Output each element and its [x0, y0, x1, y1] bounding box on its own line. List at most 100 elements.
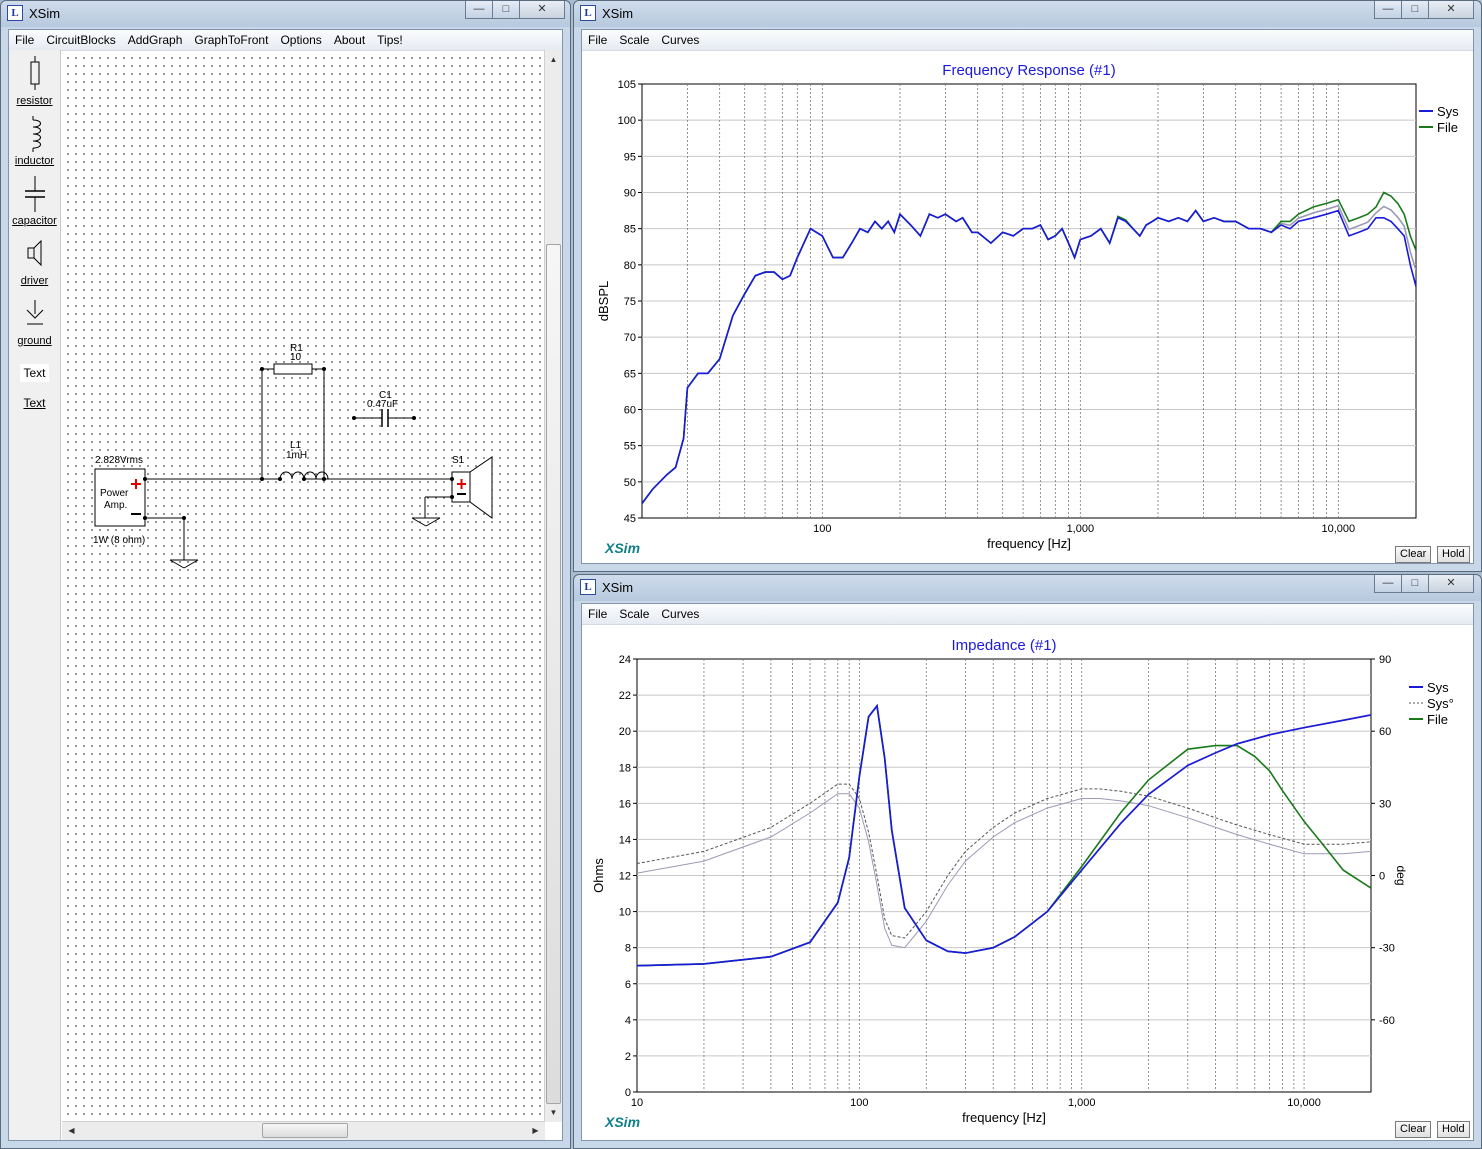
legend-label: File [1427, 712, 1448, 727]
x-tick-label: 1,000 [1067, 523, 1095, 535]
menu-tips[interactable]: Tips! [371, 30, 409, 47]
legend-label: Sys° [1427, 696, 1454, 711]
schematic-titlebar[interactable]: L XSim — □ ✕ [1, 1, 570, 27]
frequency-response-window: L XSim — □ ✕ File Scale Curves 45 50 55 60 65 7… [573, 0, 1482, 572]
minimize-button[interactable]: — [1374, 1, 1402, 19]
tool-text-link[interactable]: Text [9, 396, 60, 410]
vertical-scrollbar[interactable]: ▲ ▼ [544, 50, 562, 1122]
s1-driver-cone [469, 456, 493, 519]
freq-menubar: File Scale Curves [582, 30, 1473, 51]
menu-curves[interactable]: Curves [655, 604, 705, 621]
menu-file[interactable]: File [9, 30, 40, 47]
tool-driver[interactable]: driver [9, 236, 60, 287]
schematic-client: File CircuitBlocks AddGraph GraphToFront Opt… [8, 29, 563, 1141]
y-axis-label: Ohms [591, 858, 606, 893]
freq-client: File Scale Curves 45 50 55 60 65 70 75 80 85 90 95 10… [581, 29, 1474, 564]
x-axis-label: frequency [Hz] [962, 1110, 1046, 1125]
menu-curves[interactable]: Curves [655, 30, 705, 47]
schematic-canvas[interactable]: R1 10 C1 0.47uF L1 1mH 2.828Vrms Power A… [62, 52, 544, 1120]
text-icon: Text [20, 364, 49, 382]
hold-button[interactable]: Hold [1437, 1121, 1470, 1138]
horizontal-scrollbar[interactable]: ◀ ▶ [62, 1121, 545, 1140]
y-tick-label: 2 [625, 1051, 631, 1063]
scroll-up-arrow[interactable]: ▲ [546, 52, 561, 67]
tool-resistor[interactable]: resistor [9, 56, 60, 107]
clear-button[interactable]: Clear [1395, 546, 1432, 563]
y-tick-label: 65 [624, 368, 636, 380]
tool-ground-label: ground [17, 335, 52, 347]
schematic-menubar: File CircuitBlocks AddGraph GraphToFront Opt… [9, 30, 562, 51]
tool-capacitor-label: capacitor [12, 215, 57, 227]
impedance-window: L XSim — □ ✕ File Scale Curves 0 2 4 6 8 10 12 14… [573, 574, 1482, 1149]
menu-scale[interactable]: Scale [613, 30, 655, 47]
scroll-down-arrow[interactable]: ▼ [546, 1105, 561, 1120]
circuit-diagram: R1 10 C1 0.47uF L1 1mH 2.828Vrms Power A… [93, 343, 493, 569]
y2-tick-label: -30 [1379, 943, 1395, 955]
close-button[interactable]: ✕ [1428, 575, 1474, 593]
menu-addgraph[interactable]: AddGraph [122, 30, 189, 47]
menu-file[interactable]: File [582, 604, 613, 621]
freq-titlebar[interactable]: L XSim — □ ✕ [574, 1, 1481, 27]
scroll-left-arrow[interactable]: ◀ [64, 1123, 79, 1138]
y-tick-label: 12 [619, 871, 631, 883]
r1-value: 10 [290, 352, 302, 363]
x-tick-label: 10,000 [1322, 523, 1356, 535]
y-tick-label: 22 [619, 690, 631, 702]
xsim-logo: XSim [605, 540, 641, 556]
x-tick-label: 10,000 [1287, 1097, 1321, 1109]
chart-title: Impedance (#1) [951, 637, 1056, 654]
legend-label: File [1437, 120, 1458, 135]
xsim-app-icon: L [580, 579, 596, 595]
maximize-button[interactable]: □ [492, 1, 520, 19]
clear-button[interactable]: Clear [1395, 1121, 1432, 1138]
component-toolbox: resistor inductor capacitor driver groun… [9, 50, 61, 1140]
close-button[interactable]: ✕ [1428, 1, 1474, 19]
y-tick-label: 95 [624, 151, 636, 163]
hold-button[interactable]: Hold [1437, 546, 1470, 563]
menu-graphtofront[interactable]: GraphToFront [188, 30, 274, 47]
tool-text-box[interactable]: Text [9, 364, 60, 382]
y2-tick-label: 0 [1379, 871, 1385, 883]
tool-capacitor[interactable]: capacitor [9, 176, 60, 227]
y-tick-label: 75 [624, 296, 636, 308]
close-button[interactable]: ✕ [519, 1, 565, 19]
x-tick-label: 1,000 [1068, 1097, 1096, 1109]
ground-icon [26, 300, 43, 325]
r1-resistor [273, 363, 313, 375]
tool-ground[interactable]: ground [9, 296, 60, 347]
amp-label-amp: Amp. [104, 500, 127, 511]
scroll-right-arrow[interactable]: ▶ [528, 1123, 543, 1138]
tool-driver-label: driver [20, 275, 49, 287]
x-tick-label: 100 [813, 523, 831, 535]
tool-inductor[interactable]: inductor [9, 116, 60, 167]
y-tick-label: 10 [619, 907, 631, 919]
minimize-button[interactable]: — [465, 1, 493, 19]
menu-circuitblocks[interactable]: CircuitBlocks [40, 30, 121, 47]
menu-about[interactable]: About [328, 30, 371, 47]
x-axis-label: frequency [Hz] [987, 536, 1071, 551]
menu-scale[interactable]: Scale [613, 604, 655, 621]
vertical-scroll-thumb[interactable] [546, 244, 561, 1104]
resistor-icon [30, 56, 39, 90]
tool-inductor-label: inductor [14, 155, 55, 167]
minimize-button[interactable]: — [1374, 575, 1402, 593]
horizontal-scroll-thumb[interactable] [262, 1123, 348, 1138]
maximize-button[interactable]: □ [1401, 1, 1429, 19]
driver-icon [27, 239, 41, 267]
inductor-icon [32, 116, 41, 152]
imp-titlebar[interactable]: L XSim — □ ✕ [574, 575, 1481, 601]
menu-file[interactable]: File [582, 30, 613, 47]
y2-axis-label: deg [1394, 865, 1408, 885]
y-tick-label: 105 [618, 79, 636, 91]
legend-label: Sys [1427, 680, 1449, 695]
menu-options[interactable]: Options [274, 30, 327, 47]
maximize-button[interactable]: □ [1401, 575, 1429, 593]
imp-client: File Scale Curves 0 2 4 6 8 10 12 14 16 18 20 22 24 10 1… [581, 603, 1474, 1141]
y2-tick-label: 30 [1379, 798, 1391, 810]
y-tick-label: 70 [624, 332, 636, 344]
window-title: XSim [602, 580, 634, 595]
tool-resistor-label: resistor [16, 95, 53, 107]
y2-tick-label: -60 [1379, 1015, 1395, 1027]
frequency-response-chart: 45 50 55 60 65 70 75 80 85 90 95 100 105 100 1,000 10,0… [596, 62, 1459, 551]
c1-value: 0.47uF [367, 399, 398, 410]
